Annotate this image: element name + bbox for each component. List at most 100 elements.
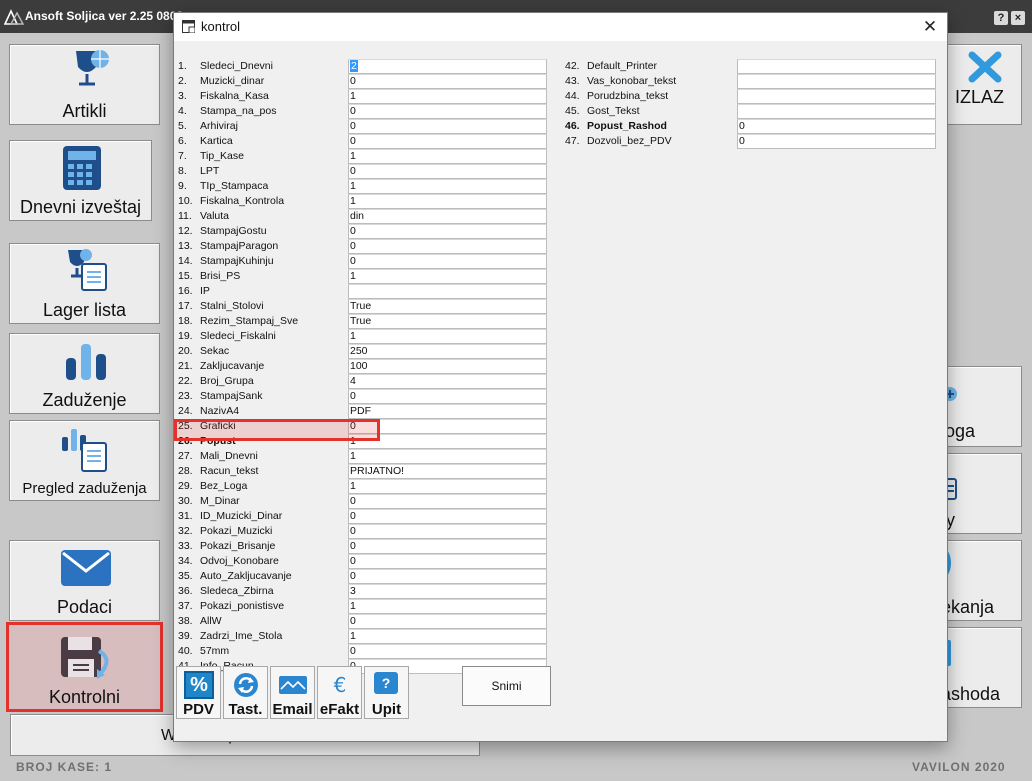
- param-row: 45. Gost_Tekst: [565, 104, 940, 119]
- param-value-field[interactable]: [737, 89, 936, 104]
- param-value-field[interactable]: 0: [348, 134, 547, 149]
- param-value-field[interactable]: 0: [348, 524, 547, 539]
- param-value-field[interactable]: 1: [348, 89, 547, 104]
- param-value-field[interactable]: 100: [348, 359, 547, 374]
- param-value-field[interactable]: 0: [348, 254, 547, 269]
- efakt-label: eFakt: [319, 701, 360, 718]
- pdv-button[interactable]: % PDV: [176, 666, 221, 719]
- param-value-field[interactable]: True: [348, 299, 547, 314]
- param-value-field[interactable]: 2: [348, 59, 547, 74]
- param-value-field[interactable]: [737, 74, 936, 89]
- param-value: 0: [350, 390, 356, 402]
- param-value-field[interactable]: 1: [348, 599, 547, 614]
- param-label: 18. Rezim_Stampaj_Sve: [178, 315, 298, 329]
- param-value-field[interactable]: 0: [737, 119, 936, 134]
- param-value-field[interactable]: 1: [348, 149, 547, 164]
- param-label: 6. Kartica: [178, 135, 233, 149]
- param-label: 34. Odvoj_Konobare: [178, 555, 279, 569]
- tile-zaduzenje[interactable]: Zaduženje: [9, 333, 160, 414]
- dialog-titlebar: kontrol ✕: [174, 13, 947, 41]
- param-name: Stalni_Stolovi: [200, 300, 264, 312]
- param-number: 20.: [178, 345, 193, 357]
- param-value-field[interactable]: 0: [348, 239, 547, 254]
- tile-zaduzenje-label: Zaduženje: [42, 390, 127, 410]
- tile-right-2[interactable]: ty: [940, 453, 1022, 534]
- param-value: 0: [350, 75, 356, 87]
- param-value-field[interactable]: PDF: [348, 404, 547, 419]
- param-value-field[interactable]: [737, 104, 936, 119]
- help-button[interactable]: ?: [994, 11, 1008, 25]
- param-value-field[interactable]: 250: [348, 344, 547, 359]
- tile-artikli[interactable]: Artikli: [9, 44, 160, 125]
- tile-kontrolni[interactable]: Kontrolni: [6, 622, 163, 712]
- param-value-field[interactable]: 0: [348, 74, 547, 89]
- param-value-field[interactable]: 0: [348, 389, 547, 404]
- param-value-field[interactable]: 1: [348, 194, 547, 209]
- param-row: 42. Default_Printer: [565, 59, 940, 74]
- param-row: 47. Dozvoli_bez_PDV 0: [565, 134, 940, 149]
- tile-dnevni-izvestaj[interactable]: Dnevni izveštaj: [9, 140, 152, 221]
- tile-right-4[interactable]: ashoda: [940, 627, 1022, 708]
- param-number: 44.: [565, 90, 580, 102]
- izlaz-button[interactable]: IZLAZ: [940, 44, 1022, 125]
- tile-lager-lista[interactable]: Lager lista: [9, 243, 160, 324]
- param-label: 10. Fiskalna_Kontrola: [178, 195, 284, 209]
- param-value-field[interactable]: 0: [348, 539, 547, 554]
- param-value-field[interactable]: din: [348, 209, 547, 224]
- app-close-button[interactable]: ×: [1011, 11, 1025, 25]
- dialog-close-button[interactable]: ✕: [919, 16, 941, 38]
- param-value-field[interactable]: PRIJATNO!: [348, 464, 547, 479]
- param-value-field[interactable]: 0: [348, 104, 547, 119]
- param-label: 45. Gost_Tekst: [565, 105, 640, 119]
- param-value-field[interactable]: 1: [348, 179, 547, 194]
- efakt-button[interactable]: € eFakt: [317, 666, 362, 719]
- param-value-field[interactable]: 0: [737, 134, 936, 149]
- param-value: 0: [350, 165, 356, 177]
- param-value-field[interactable]: 0: [348, 509, 547, 524]
- param-value-field[interactable]: 1: [348, 479, 547, 494]
- param-value-field[interactable]: 0: [348, 164, 547, 179]
- param-value-field[interactable]: 3: [348, 584, 547, 599]
- tile-pregled-zaduzenja[interactable]: Pregled zaduženja: [9, 420, 160, 501]
- save-disk-icon: [61, 637, 109, 679]
- param-name: StampajKuhinju: [200, 255, 274, 267]
- param-value-field[interactable]: 1: [348, 629, 547, 644]
- param-label: 14. StampajKuhinju: [178, 255, 274, 269]
- tile-right-3[interactable]: ekanja: [940, 540, 1022, 621]
- tile-podaci-label: Podaci: [56, 597, 113, 617]
- param-value-field[interactable]: True: [348, 314, 547, 329]
- param-number: 11.: [178, 210, 192, 222]
- param-value-field[interactable]: 1: [348, 269, 547, 284]
- tile-right-3-label: ekanja: [941, 597, 995, 617]
- param-number: 40.: [178, 645, 193, 657]
- param-value-field[interactable]: 4: [348, 374, 547, 389]
- tile-podaci[interactable]: Podaci: [9, 540, 160, 621]
- snimi-button[interactable]: Snimi: [462, 666, 551, 706]
- param-label: 35. Auto_Zakljucavanje: [178, 570, 292, 584]
- param-value-field[interactable]: 1: [348, 329, 547, 344]
- param-label: 44. Porudzbina_tekst: [565, 90, 668, 104]
- param-number: 7.: [178, 150, 187, 162]
- email-button[interactable]: Email: [270, 666, 315, 719]
- param-value-field[interactable]: [348, 284, 547, 299]
- tile-right-1[interactable]: loga: [940, 366, 1022, 447]
- param-value-field[interactable]: [737, 59, 936, 74]
- param-value-field[interactable]: 0: [348, 224, 547, 239]
- param-value-field[interactable]: 0: [348, 494, 547, 509]
- param-value-field[interactable]: 0: [348, 119, 547, 134]
- param-value-field[interactable]: 0: [348, 569, 547, 584]
- param-number: 2.: [178, 75, 187, 87]
- param-value-field[interactable]: 0: [348, 554, 547, 569]
- param-row: 23. StampajSank 0: [178, 389, 548, 404]
- param-value-field[interactable]: 0: [348, 644, 547, 659]
- param-number: 45.: [565, 105, 580, 117]
- param-number: 17.: [178, 300, 193, 312]
- upit-button[interactable]: ? Upit: [364, 666, 409, 719]
- tast-button[interactable]: Tast.: [223, 666, 268, 719]
- param-name: Tip_Kase: [200, 150, 244, 162]
- param-row: 29. Bez_Loga 1: [178, 479, 548, 494]
- param-row: 3. Fiskalna_Kasa 1: [178, 89, 548, 104]
- param-row: 14. StampajKuhinju 0: [178, 254, 548, 269]
- param-value-field[interactable]: 1: [348, 449, 547, 464]
- param-value-field[interactable]: 0: [348, 614, 547, 629]
